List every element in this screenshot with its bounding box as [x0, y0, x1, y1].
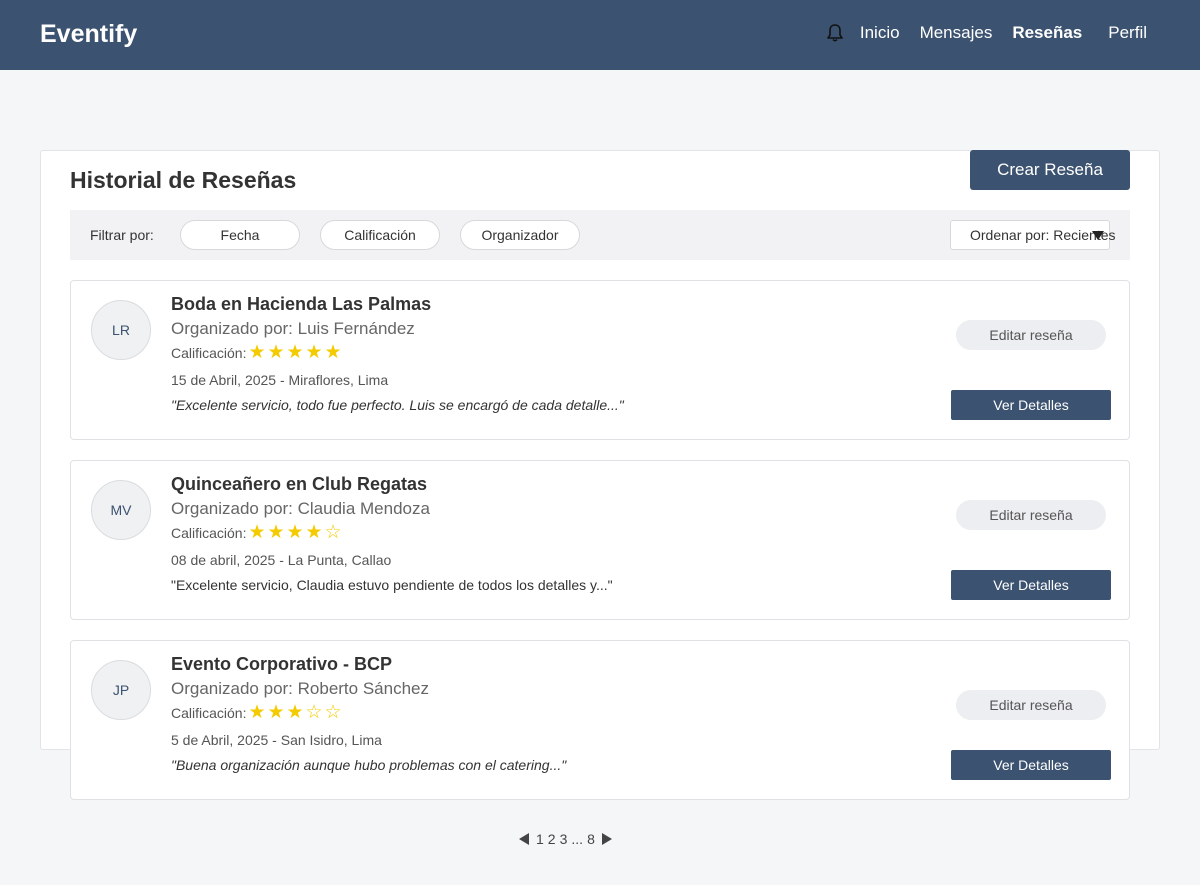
rating-label: Calificación:	[171, 705, 247, 721]
dropdown-arrow-icon	[1092, 231, 1104, 240]
next-page-icon[interactable]	[601, 833, 612, 845]
brand-logo[interactable]: Eventify	[40, 20, 137, 49]
star-filled-icon: ★	[248, 342, 266, 363]
star-filled-icon: ★	[324, 342, 342, 363]
review-quote: "Excelente servicio, todo fue perfecto. …	[171, 397, 624, 413]
star-rating: ★ ★ ★ ☆ ☆	[247, 702, 342, 723]
create-review-button[interactable]: Crear Reseña	[970, 150, 1130, 190]
star-filled-icon: ★	[286, 342, 304, 363]
filter-chip-calificacion[interactable]: Calificación	[320, 220, 440, 250]
rating-label: Calificación:	[171, 525, 247, 541]
view-details-button[interactable]: Ver Detalles	[951, 390, 1111, 420]
organizer-name: Organizado por: Roberto Sánchez	[171, 679, 429, 698]
date-location: 08 de abril, 2025 - La Punta, Callao	[171, 552, 392, 568]
star-empty-icon: ☆	[324, 522, 342, 543]
review-card: JP Evento Corporativo - BCP Organizado p…	[70, 640, 1130, 800]
star-filled-icon: ★	[267, 702, 285, 723]
rating-row: Calificación: ★ ★ ★ ☆ ☆	[171, 702, 342, 723]
review-quote: "Excelente servicio, Claudia estuvo pend…	[171, 577, 613, 593]
nav-mensajes[interactable]: Mensajes	[920, 22, 993, 44]
page-title: Historial de Reseñas	[70, 167, 297, 193]
star-rating: ★ ★ ★ ★ ☆	[247, 522, 342, 543]
avatar: LR	[91, 300, 151, 360]
edit-review-button[interactable]: Editar reseña	[956, 690, 1106, 720]
bell-icon[interactable]	[826, 23, 846, 43]
organizer-name: Organizado por: Claudia Mendoza	[171, 499, 430, 518]
page-3[interactable]: 3	[560, 831, 568, 847]
rating-label: Calificación:	[171, 345, 247, 361]
date-location: 5 de Abril, 2025 - San Isidro, Lima	[171, 732, 382, 748]
star-filled-icon: ★	[267, 522, 285, 543]
filter-bar: Filtrar por: Fecha Calificación Organiza…	[70, 210, 1130, 260]
review-card: MV Quinceañero en Club Regatas Organizad…	[70, 460, 1130, 620]
organizer-name: Organizado por: Luis Fernández	[171, 319, 415, 338]
top-navigation-bar: Eventify Inicio Mensajes Reseñas Perfil	[0, 0, 1200, 70]
event-title: Quinceañero en Club Regatas	[171, 474, 428, 494]
date-location: 15 de Abril, 2025 - Miraflores, Lima	[171, 372, 389, 388]
event-title: Boda en Hacienda Las Palmas	[171, 294, 432, 314]
nav-resenas[interactable]: Reseñas	[1012, 22, 1082, 44]
star-rating: ★ ★ ★ ★ ★	[247, 342, 342, 363]
page-8[interactable]: 8	[587, 831, 595, 847]
star-empty-icon: ☆	[324, 702, 342, 723]
main-nav: Inicio Mensajes Reseñas Perfil	[826, 22, 1147, 44]
nav-inicio[interactable]: Inicio	[860, 22, 900, 44]
star-filled-icon: ★	[305, 522, 323, 543]
avatar: MV	[91, 480, 151, 540]
star-filled-icon: ★	[286, 522, 304, 543]
rating-row: Calificación: ★ ★ ★ ★ ☆	[171, 522, 342, 543]
star-filled-icon: ★	[267, 342, 285, 363]
page-1[interactable]: 1	[536, 831, 544, 847]
star-empty-icon: ☆	[305, 702, 323, 723]
review-quote: "Buena organización aunque hubo problema…	[171, 757, 567, 773]
star-filled-icon: ★	[305, 342, 323, 363]
previous-page-icon[interactable]	[519, 833, 529, 845]
filter-chip-fecha[interactable]: Fecha	[180, 220, 300, 250]
star-filled-icon: ★	[248, 522, 266, 543]
view-details-button[interactable]: Ver Detalles	[951, 570, 1111, 600]
filter-label: Filtrar por:	[90, 227, 154, 243]
edit-review-button[interactable]: Editar reseña	[956, 500, 1106, 530]
filter-chip-organizador[interactable]: Organizador	[460, 220, 580, 250]
star-filled-icon: ★	[286, 702, 304, 723]
pagination: 1 2 3 ... 8	[519, 831, 612, 847]
sort-select[interactable]: Ordenar por: Recientes	[950, 220, 1116, 250]
page-2[interactable]: 2	[548, 831, 556, 847]
nav-perfil[interactable]: Perfil	[1108, 22, 1147, 44]
star-filled-icon: ★	[248, 702, 266, 723]
event-title: Evento Corporativo - BCP	[171, 654, 393, 674]
edit-review-button[interactable]: Editar reseña	[956, 320, 1106, 350]
rating-row: Calificación: ★ ★ ★ ★ ★	[171, 342, 342, 363]
avatar: JP	[91, 660, 151, 720]
review-card: LR Boda en Hacienda Las Palmas Organizad…	[70, 280, 1130, 440]
view-details-button[interactable]: Ver Detalles	[951, 750, 1111, 780]
page-ellipsis: ...	[571, 831, 584, 847]
